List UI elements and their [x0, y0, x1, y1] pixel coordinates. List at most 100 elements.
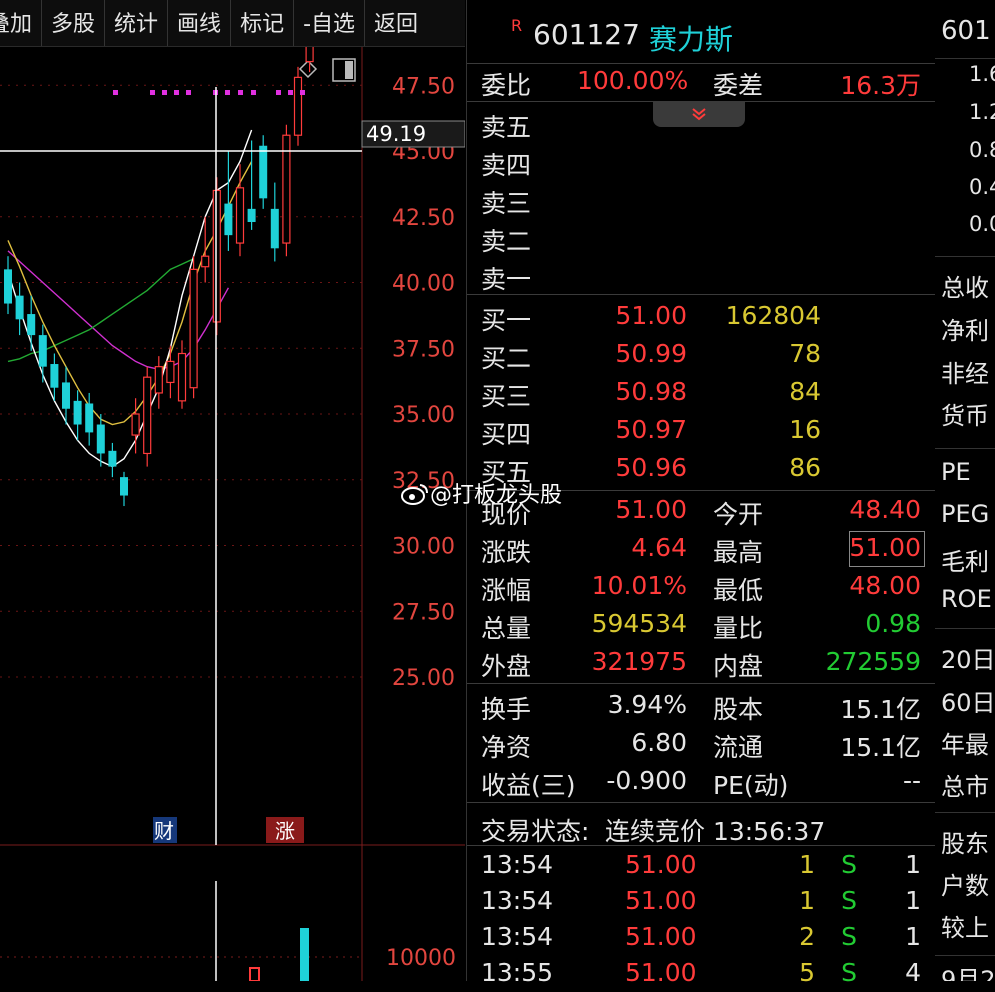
candle-body: [305, 47, 314, 63]
toolbar-mark-button[interactable]: 标记: [231, 0, 295, 46]
tick-time: 13:54: [481, 886, 554, 915]
candle-body: [154, 366, 163, 394]
volume-bar: [300, 928, 309, 981]
trade-status-value: 连续竞价 13:56:37: [605, 817, 826, 846]
quote-stat-row: 换手 3.94% 股本 15.1亿: [481, 690, 921, 724]
candle-body: [293, 76, 303, 136]
candle-body: [108, 450, 117, 467]
price-tick-label: 25.00: [392, 666, 455, 691]
toolbar-draw-line-button[interactable]: 画线: [168, 0, 232, 46]
quote-stat-row: 收益(三) -0.900 PE(动) --: [481, 766, 921, 800]
weibo-watermark: @打板龙头股: [400, 477, 562, 509]
sell-level-row: 卖五: [481, 113, 532, 142]
stock-code: 601127: [533, 18, 640, 51]
side-code: 601: [941, 16, 991, 46]
price-tick-label: 27.50: [392, 600, 455, 625]
quote-stat-row: 净资 6.80 流通 15.1亿: [481, 728, 921, 762]
candle-body: [212, 189, 221, 323]
r-badge: R: [511, 16, 523, 35]
candle-body: [15, 295, 24, 320]
high-price-highlight: [849, 531, 925, 567]
bid-volume: 78: [789, 339, 821, 368]
candle: [282, 124, 291, 257]
bid-price: 50.98: [615, 377, 687, 406]
buy-level-row: 买一 51.00 162804: [481, 301, 821, 335]
stat-value: 51.00: [615, 495, 687, 524]
tick-count: 1: [905, 850, 921, 879]
candle-body: [50, 364, 59, 388]
candle-body: [247, 208, 256, 223]
tick-volume: 1: [799, 886, 815, 915]
order-ratio-row: 委比 100.00% 委差 16.3万: [481, 66, 921, 100]
candlestick-chart[interactable]: 47.5045.0042.5040.0037.5035.0032.5030.00…: [0, 47, 465, 981]
candle-body: [73, 400, 82, 425]
stat-value: 594534: [591, 609, 687, 638]
candle-body: [131, 413, 140, 436]
candle-body: [177, 352, 187, 402]
toolbar-stats-button[interactable]: 统计: [105, 0, 169, 46]
tick-volume: 2: [799, 922, 815, 951]
candle-body: [62, 382, 70, 409]
volume-tick-label: 10000: [386, 946, 456, 971]
candle-body: [27, 314, 36, 336]
stat-value: 15.1亿: [840, 733, 921, 762]
tick-count: 1: [905, 886, 921, 915]
bid-volume: 16: [789, 415, 821, 444]
tick-side: S: [841, 850, 857, 879]
bid-volume: 162804: [725, 301, 821, 330]
candle-body: [96, 424, 105, 454]
tick-side: S: [841, 958, 857, 987]
toolbar-watchlist-button[interactable]: -自选: [294, 0, 366, 46]
tick-volume: 1: [799, 850, 815, 879]
trade-status-row: 交易状态: 连续竞价 13:56:37: [467, 808, 935, 846]
tick-side: S: [841, 922, 857, 951]
bid-price: 50.97: [615, 415, 687, 444]
quote-stat-row: 外盘 321975 内盘 272559: [481, 647, 921, 681]
candle-body: [4, 269, 12, 304]
stat-value: 6.80: [631, 728, 687, 757]
candle-body: [224, 203, 233, 236]
quote-header: R 601127 赛力斯: [467, 12, 935, 58]
order-diff-value: 16.3万: [840, 71, 921, 100]
stock-name[interactable]: 赛力斯: [649, 18, 733, 58]
price-tick-label: 35.00: [392, 403, 455, 428]
candle: [189, 256, 198, 399]
tick-count: 1: [905, 922, 921, 951]
tick-side: S: [841, 886, 857, 915]
candle-body: [166, 360, 175, 384]
candle-body: [38, 335, 47, 367]
candle-body: [201, 255, 210, 268]
bid-price: 51.00: [615, 301, 687, 330]
tick-time: 13:54: [481, 922, 554, 951]
toolbar-back-button[interactable]: 返回: [365, 0, 427, 46]
tick-row: 13:54 51.00 1 S 1: [467, 882, 935, 920]
toolbar-overlay-button[interactable]: 叠加: [0, 0, 43, 46]
tick-row: 13:54 51.00 1 S 1: [467, 846, 935, 884]
buy-level-row: 买三 50.98 84: [481, 377, 821, 411]
tick-price: 51.00: [625, 886, 697, 915]
sell-level-row: 卖三: [481, 189, 532, 218]
bid-volume: 84: [789, 377, 821, 406]
f10-side-panel: 601 1.6 1.2 0.8 0.4 0.0 总收 净利 非经 货币 PE P…: [935, 0, 995, 981]
sell-level-row: 卖一: [481, 265, 532, 294]
chart-toolbar: 叠加 多股 统计 画线 标记 -自选 返回: [0, 0, 465, 47]
tick-price: 51.00: [625, 850, 697, 879]
stat-value: 272559: [825, 647, 921, 676]
bid-volume: 86: [789, 453, 821, 482]
tick-price: 51.00: [625, 922, 697, 951]
candle-body: [120, 477, 128, 496]
tick-volume: 5: [799, 958, 815, 987]
toolbar-multi-stock-button[interactable]: 多股: [42, 0, 106, 46]
price-tick-label: 37.50: [392, 337, 455, 362]
weibo-icon: [401, 484, 428, 505]
stat-value: 4.64: [631, 533, 687, 562]
order-ratio-value: 100.00%: [577, 66, 689, 95]
stat-value: --: [902, 766, 921, 795]
candle: [212, 177, 221, 336]
tick-time: 13:55: [481, 958, 554, 987]
candle: [293, 66, 303, 146]
sell-level-row: 卖二: [481, 227, 532, 256]
candle: [143, 366, 152, 467]
bid-price: 50.96: [615, 453, 687, 482]
quote-stat-row: 涨幅 10.01% 最低 48.00: [481, 571, 921, 605]
